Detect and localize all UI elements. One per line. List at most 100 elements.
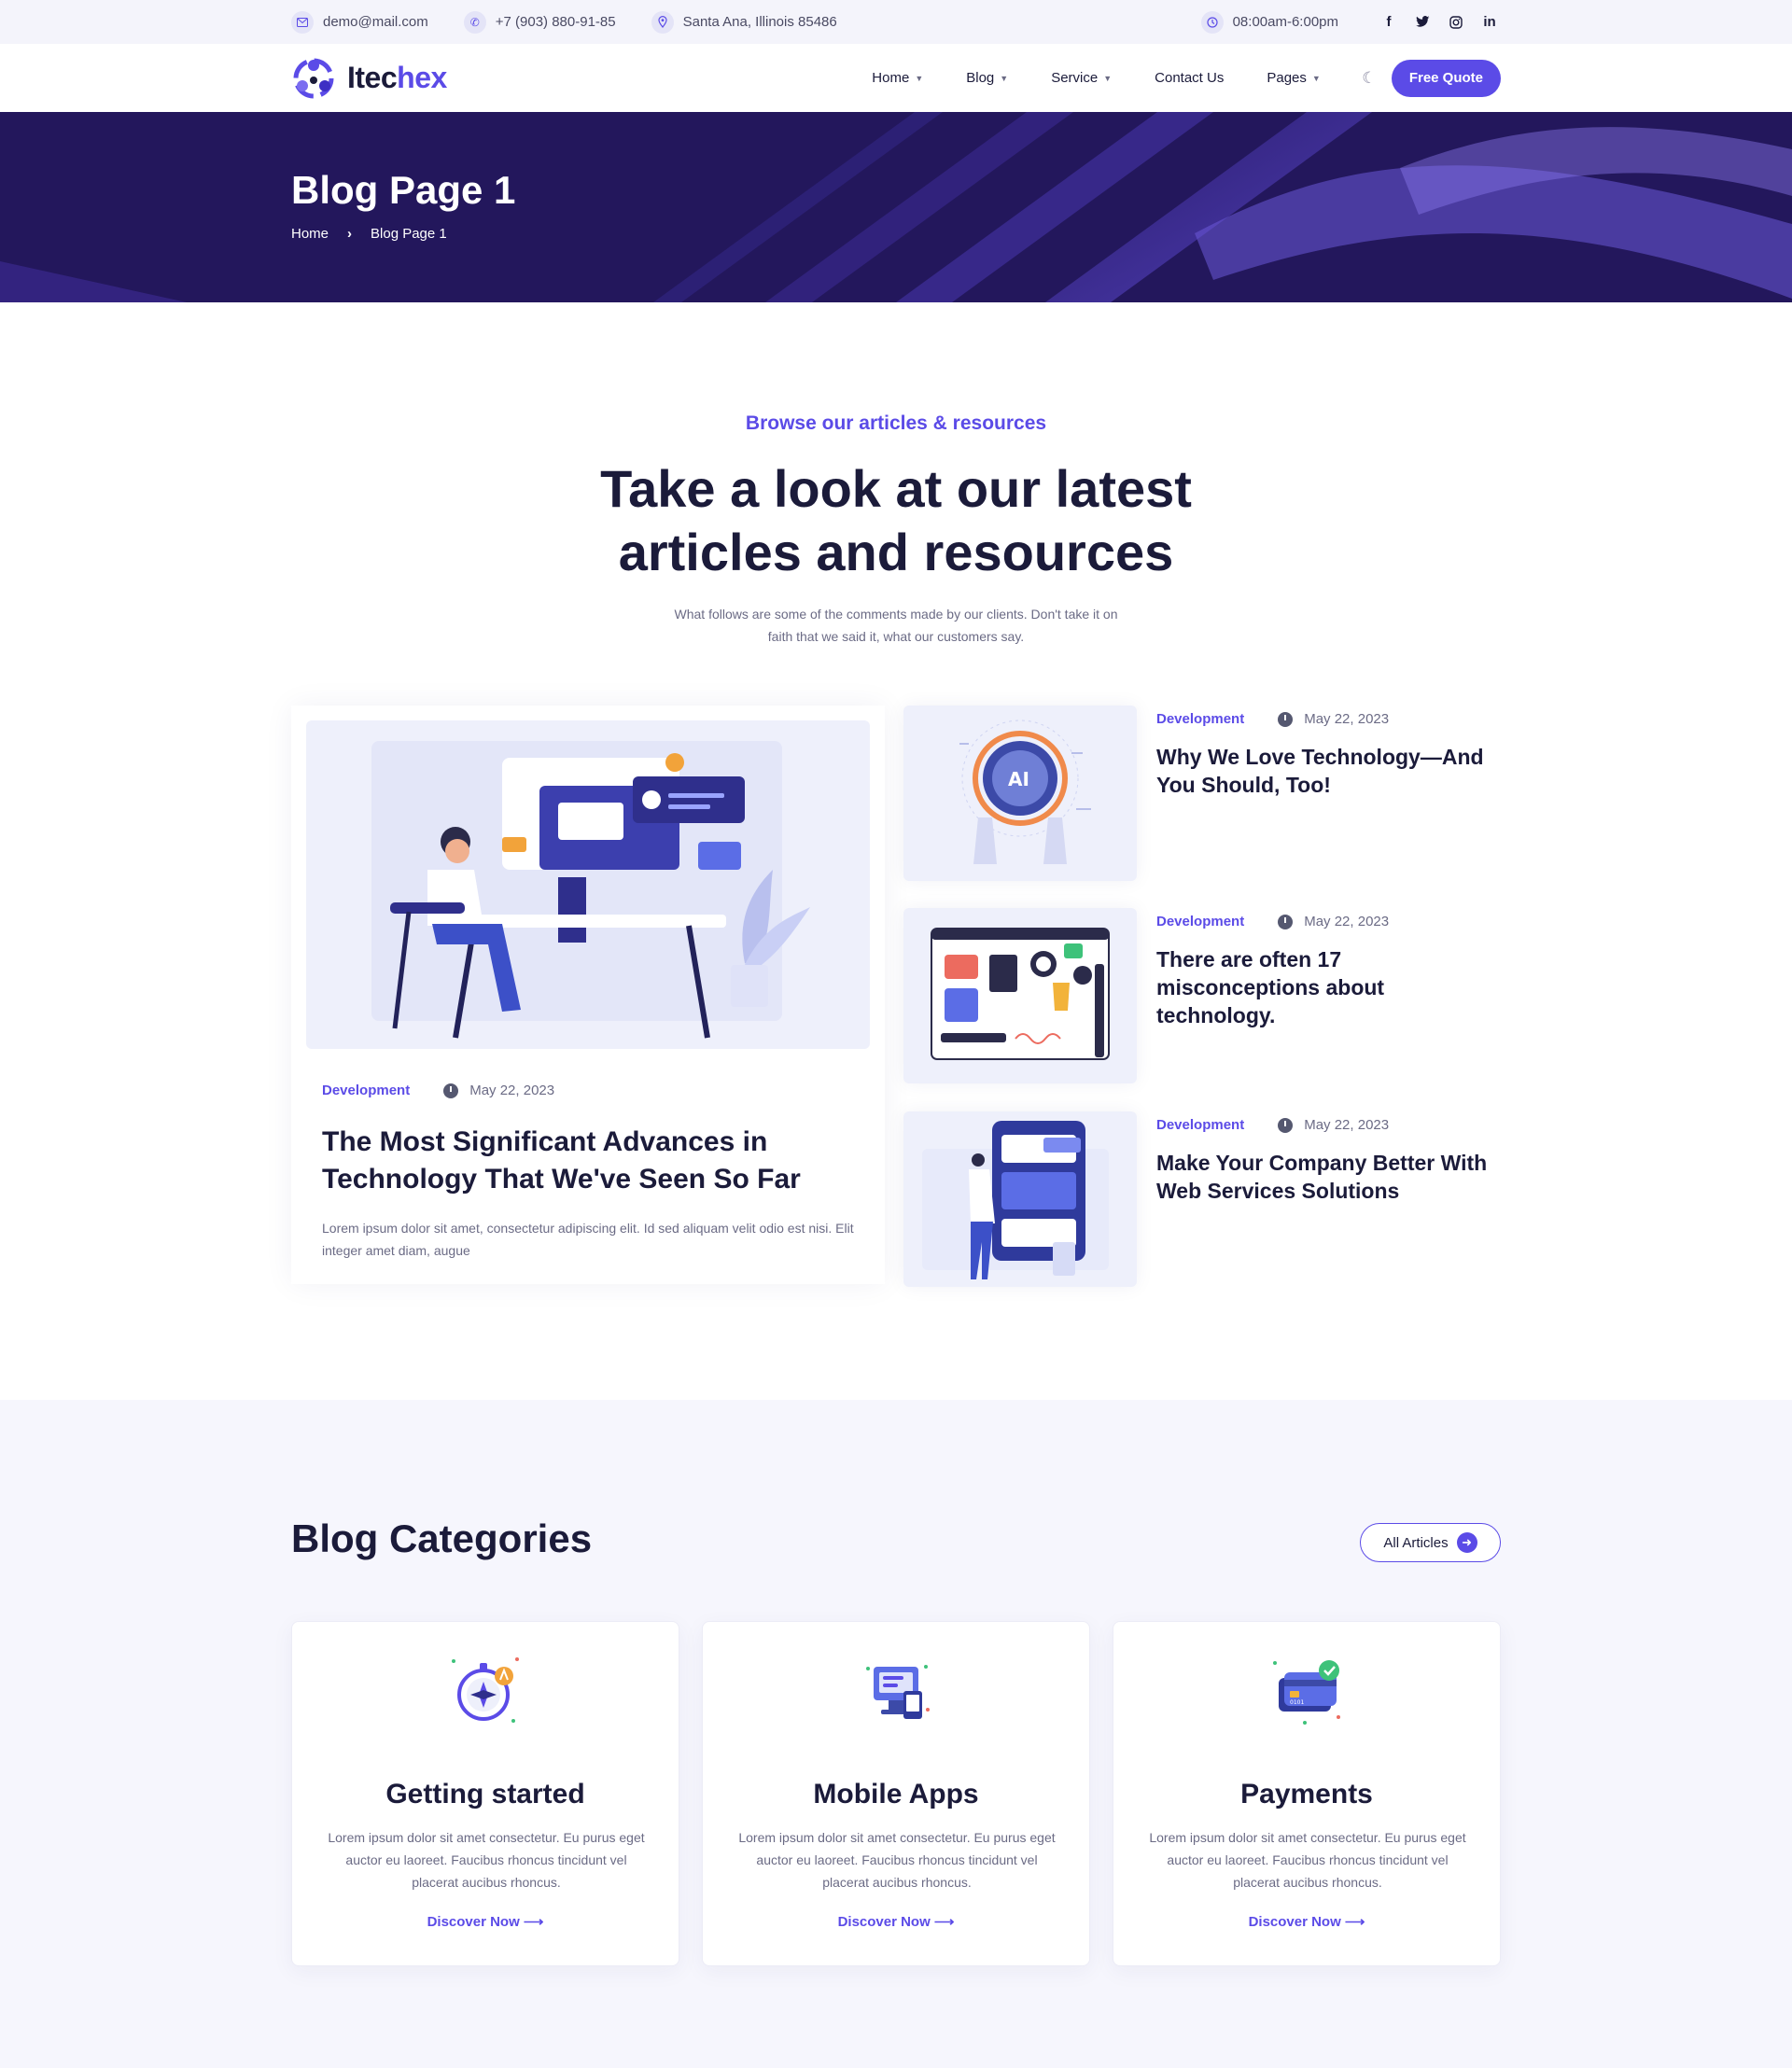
side-post-meta: Development May 22, 2023 [1156,1117,1389,1133]
twitter-icon[interactable] [1411,11,1434,34]
logo-text-prefix: Itec [347,61,398,94]
side-post-card[interactable]: Development May 22, 2023 There are often… [903,908,1501,1091]
clock-icon [1200,10,1224,34]
all-articles-button[interactable]: All Articles ➜ [1360,1523,1501,1562]
post-category-link[interactable]: Development [1156,1117,1244,1133]
side-post-title[interactable]: Why We Love Technology—And You Should, T… [1156,743,1502,799]
nav-item-pages[interactable]: Pages ▼ [1267,70,1320,86]
logo-text-suffix: hex [397,61,447,94]
nav-item-service[interactable]: Service ▼ [1051,70,1112,86]
chevron-down-icon: ▼ [1311,73,1321,83]
topbar-email[interactable]: demo@mail.com [291,10,428,34]
site-logo[interactable]: Itechex [291,56,447,101]
side-post-card[interactable]: AI Development May 22, 2023 Why We Love … [903,706,1501,888]
featured-post-excerpt: Lorem ipsum dolor sit amet, consectetur … [322,1221,854,1258]
post-category-link[interactable]: Development [1156,914,1244,929]
clock-icon [1278,711,1294,727]
topbar-phone-text: +7 (903) 880-91-85 [495,14,616,30]
topbar-hours-text: 08:00am-6:00pm [1232,14,1338,30]
category-description: Lorem ipsum dolor sit amet consectetur. … [738,1830,1056,1890]
category-card[interactable]: 0101 Payments Lorem ipsum dolor sit amet… [1113,1621,1501,1966]
topbar-address-text: Santa Ana, Illinois 85486 [682,14,837,30]
breadcrumb: Home › Blog Page 1 [291,226,447,242]
instagram-icon[interactable] [1445,11,1467,34]
side-post-title[interactable]: Make Your Company Better With Web Servic… [1156,1149,1502,1205]
main-header: Itechex Home ▼ Blog ▼ Service ▼ Contact Us … [0,44,1792,112]
nav-label: Pages [1267,70,1307,86]
category-title: Mobile Apps [813,1779,979,1810]
svg-text:AI: AI [1008,768,1029,790]
featured-post-title[interactable]: The Most Significant Advances in Technol… [322,1124,863,1198]
chevron-down-icon: ▼ [915,73,924,83]
nav-label: Blog [966,70,995,86]
topbar-address: Santa Ana, Illinois 85486 [651,10,837,34]
chevron-right-icon: › [347,226,353,242]
facebook-icon[interactable]: f [1378,11,1400,34]
nav-item-home[interactable]: Home ▼ [872,70,923,86]
side-post-image[interactable]: AI [903,706,1137,881]
section-title: Take a look at our latest articles and r… [600,459,1192,581]
chevron-down-icon: ▼ [1000,73,1009,83]
category-description: Lorem ipsum dolor sit amet consectetur. … [328,1830,645,1890]
side-post-meta: Development May 22, 2023 [1156,914,1389,929]
topbar-hours: 08:00am-6:00pm [1200,10,1338,34]
credit-card-icon: 0101 [1267,1650,1348,1730]
devices-icon [857,1650,937,1730]
side-post-image[interactable] [903,1111,1137,1287]
topbar-email-text: demo@mail.com [323,14,428,30]
discover-now-link[interactable]: Discover Now ⟶ [1113,1913,1500,1930]
nav-item-contact[interactable]: Contact Us [1155,70,1224,86]
featured-post-image[interactable] [306,720,870,1049]
section-description: What follows are some of the comments ma… [674,607,1118,644]
linkedin-icon[interactable]: in [1478,11,1501,34]
nav-item-blog[interactable]: Blog ▼ [966,70,1008,86]
clock-icon [1278,914,1294,929]
breadcrumb-home-link[interactable]: Home [291,226,329,242]
category-title: Getting started [385,1779,585,1810]
page-title: Blog Page 1 [291,168,516,212]
phone-icon: ✆ [463,10,486,34]
blog-categories-section: Blog Categories All Articles ➜ Getting s… [0,1400,1792,2068]
page-banner: Blog Page 1 Home › Blog Page 1 [0,112,1792,302]
side-post-card[interactable]: Development May 22, 2023 Make Your Compa… [903,1111,1501,1294]
chevron-down-icon: ▼ [1103,73,1113,83]
featured-post-card[interactable]: Development May 22, 2023 The Most Signif… [291,706,885,1284]
logo-text: Itechex [347,61,447,95]
category-card[interactable]: Mobile Apps Lorem ipsum dolor sit amet c… [702,1621,1090,1966]
featured-post-meta: Development May 22, 2023 [322,1083,554,1098]
post-date: May 22, 2023 [443,1083,554,1098]
post-category-link[interactable]: Development [322,1083,410,1098]
discover-now-link[interactable]: Discover Now ⟶ [703,1913,1089,1930]
section-subtitle: Browse our articles & resources [745,412,1047,434]
nav-label: Contact Us [1155,70,1225,86]
arrow-right-icon: ➜ [1456,1532,1477,1553]
discover-now-link[interactable]: Discover Now ⟶ [292,1913,679,1930]
post-date: May 22, 2023 [1278,711,1389,727]
categories-heading: Blog Categories [291,1516,593,1560]
logo-icon [291,56,336,101]
top-bar: demo@mail.com ✆ +7 (903) 880-91-85 Santa… [0,0,1792,44]
dark-mode-toggle-icon[interactable]: ☾ [1358,67,1380,90]
all-articles-label: All Articles [1383,1534,1449,1551]
side-post-title[interactable]: There are often 17 misconceptions about … [1156,945,1502,1029]
social-links: f in [1366,11,1501,34]
location-pin-icon [651,10,674,34]
post-date-text: May 22, 2023 [469,1083,555,1098]
side-post-image[interactable] [903,908,1137,1083]
post-date-text: May 22, 2023 [1304,914,1390,929]
breadcrumb-current: Blog Page 1 [371,226,447,242]
free-quote-button[interactable]: Free Quote [1391,59,1501,97]
category-card[interactable]: Getting started Lorem ipsum dolor sit am… [291,1621,679,1966]
side-post-meta: Development May 22, 2023 [1156,711,1389,727]
mail-icon [291,10,314,34]
clock-icon [1278,1117,1294,1133]
post-date: May 22, 2023 [1278,914,1389,929]
topbar-phone[interactable]: ✆ +7 (903) 880-91-85 [463,10,616,34]
main-nav: Home ▼ Blog ▼ Service ▼ Contact Us Pages ▼ ☾… [829,59,1501,97]
post-date: May 22, 2023 [1278,1117,1389,1133]
post-date-text: May 22, 2023 [1304,711,1390,727]
compass-icon [446,1650,526,1730]
svg-text:0101: 0101 [1290,1699,1304,1706]
post-category-link[interactable]: Development [1156,711,1244,727]
post-date-text: May 22, 2023 [1304,1117,1390,1133]
